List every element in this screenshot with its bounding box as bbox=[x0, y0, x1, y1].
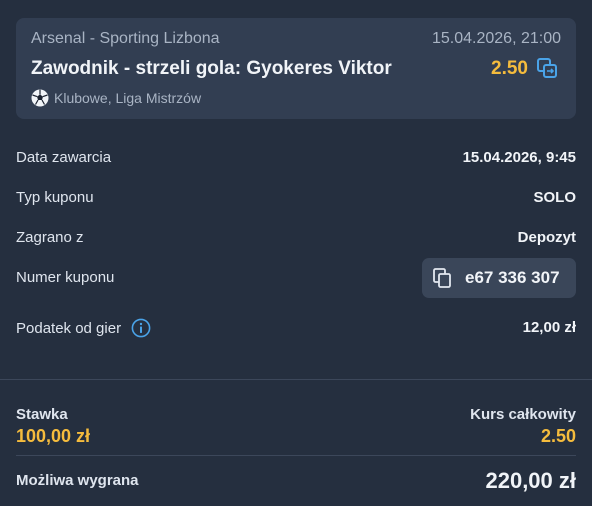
possible-win-label: Możliwa wygrana bbox=[16, 472, 139, 489]
switch-icon[interactable] bbox=[536, 57, 558, 79]
info-icon[interactable] bbox=[131, 318, 151, 338]
total-odds-label: Kurs całkowity bbox=[470, 406, 576, 423]
total-odds-value: 2.50 bbox=[540, 426, 576, 446]
tax-label: Podatek od gier bbox=[16, 319, 122, 337]
coupon-type-value: SOLO bbox=[533, 189, 576, 206]
coupon-type-label: Typ kuponu bbox=[16, 189, 94, 206]
detail-row-closed-date: Data zawarcia 15.04.2026, 9:45 bbox=[16, 144, 576, 172]
event-league: Klubowe, Liga Mistrzów bbox=[54, 90, 202, 106]
closed-date-value: 15.04.2026, 9:45 bbox=[462, 149, 576, 166]
stake-label: Stawka bbox=[16, 406, 68, 423]
event-odds: 2.50 bbox=[491, 58, 528, 79]
coupon-number-label: Numer kuponu bbox=[16, 269, 115, 286]
copy-coupon-number-button[interactable]: e67 336 307 bbox=[422, 258, 576, 298]
played-from-label: Zagrano z bbox=[16, 229, 84, 246]
detail-row-played-from: Zagrano z Depozyt bbox=[16, 224, 576, 252]
stake-value: 100,00 zł bbox=[16, 426, 91, 446]
event-match: Arsenal - Sporting Lizbona bbox=[31, 30, 220, 47]
detail-row-coupon-number: Numer kuponu e67 336 307 bbox=[16, 258, 576, 298]
event-card: Arsenal - Sporting Lizbona 15.04.2026, 2… bbox=[16, 18, 576, 119]
detail-row-coupon-type: Typ kuponu SOLO bbox=[16, 184, 576, 212]
event-datetime: 15.04.2026, 21:00 bbox=[431, 30, 561, 47]
event-pick: Zawodnik - strzeli gola: Gyokeres Viktor bbox=[31, 58, 392, 79]
tax-label-wrap: Podatek od gier bbox=[16, 314, 151, 342]
soccer-ball-icon bbox=[31, 89, 49, 107]
played-from-value: Depozyt bbox=[517, 229, 576, 246]
summary-divider bbox=[16, 455, 576, 456]
coupon-number-value: e67 336 307 bbox=[465, 268, 560, 287]
tax-value: 12,00 zł bbox=[522, 319, 576, 336]
event-meta: Klubowe, Liga Mistrzów bbox=[31, 89, 201, 107]
closed-date-label: Data zawarcia bbox=[16, 149, 112, 166]
bet-slip-details: Arsenal - Sporting Lizbona 15.04.2026, 2… bbox=[0, 0, 592, 506]
copy-icon bbox=[433, 268, 451, 288]
detail-row-tax: Podatek od gier 12,00 zł bbox=[16, 314, 576, 342]
possible-win-value: 220,00 zł bbox=[485, 468, 576, 493]
divider bbox=[0, 379, 592, 380]
